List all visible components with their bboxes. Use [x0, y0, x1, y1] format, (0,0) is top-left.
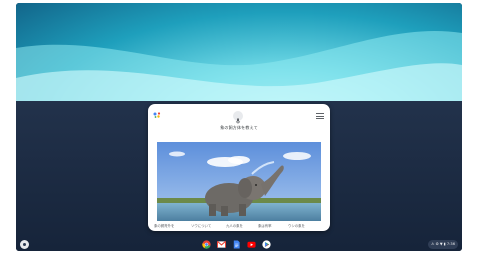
assistant-logo-icon: [153, 112, 161, 118]
menu-icon[interactable]: [316, 113, 324, 119]
suggestion-chip[interactable]: 九人の象を: [226, 223, 243, 228]
suggestion-chip[interactable]: ウシの象を: [288, 223, 305, 228]
status-tray[interactable]: ⚠ ⚙ ▼ ▮ 7:36: [428, 240, 458, 249]
microphone-button[interactable]: [233, 111, 243, 124]
elephant-image: [157, 142, 321, 221]
launcher-button[interactable]: [20, 240, 29, 249]
battery-icon: ▮: [443, 242, 446, 246]
youtube-icon[interactable]: [247, 240, 256, 249]
shelf: ⚠ ⚙ ▼ ▮ 7:36: [16, 238, 462, 251]
chromebook-screen: 象の飼方体を教えて 象の飼育外を ソウについて 九人の象を 象は有率 ウシの象を…: [16, 3, 462, 251]
suggestion-chips: 象の飼育外を ソウについて 九人の象を 象は有率 ウシの象を: [148, 223, 330, 231]
play-store-icon[interactable]: [262, 240, 271, 249]
wifi-icon: ▼: [439, 242, 443, 246]
gmail-icon[interactable]: [217, 240, 226, 249]
assistant-query: 象の飼方体を教えて: [220, 125, 258, 130]
wallpaper-wave: [16, 30, 462, 108]
settings-icon: ⚙: [435, 242, 439, 246]
assistant-panel: 象の飼方体を教えて 象の飼育外を ソウについて 九人の象を 象は有率 ウシの象を: [148, 104, 330, 231]
suggestion-chip[interactable]: 象の飼育外を: [154, 223, 174, 228]
suggestion-chip[interactable]: 象は有率: [258, 223, 272, 228]
suggestion-chip[interactable]: ソウについて: [191, 223, 211, 228]
docs-icon[interactable]: [232, 240, 241, 249]
chrome-icon[interactable]: [202, 240, 211, 249]
clock: 7:36: [446, 242, 455, 246]
notification-icon: ⚠: [431, 242, 435, 246]
